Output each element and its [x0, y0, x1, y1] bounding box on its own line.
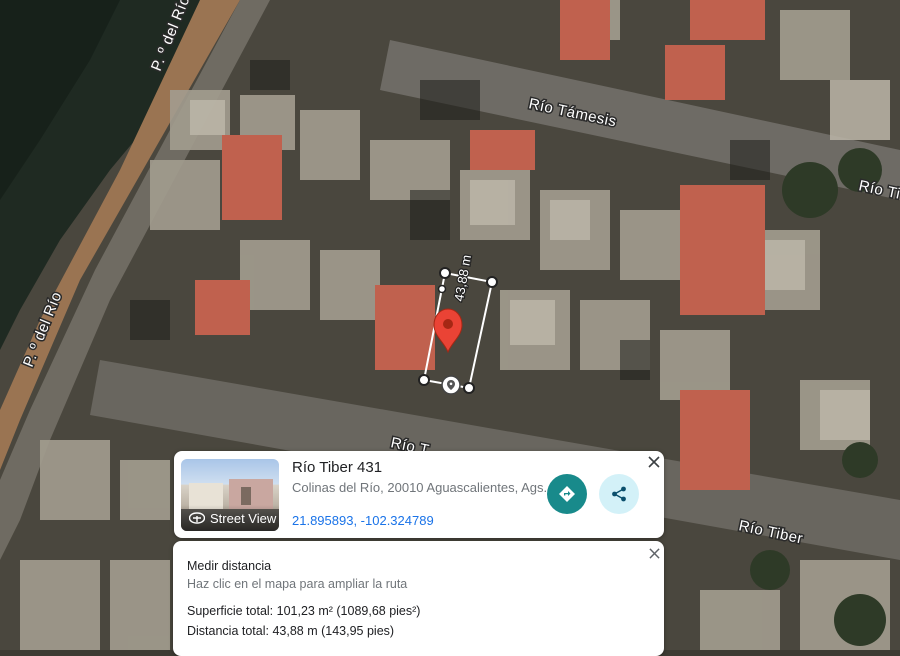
street-view-thumbnail[interactable]: Street View [181, 459, 279, 531]
place-card-close-button[interactable] [646, 454, 662, 470]
measure-vertex[interactable] [486, 276, 498, 288]
street-view-icon [189, 512, 205, 524]
place-card: Street View Río Tiber 431 Colinas del Rí… [174, 451, 664, 538]
directions-icon [559, 486, 575, 502]
measure-total-area: Superficie total: 101,23 m² (1089,68 pie… [187, 604, 421, 618]
place-coordinates[interactable]: 21.895893, -102.324789 [292, 513, 434, 528]
measure-vertex[interactable] [439, 267, 451, 279]
close-icon [648, 547, 660, 559]
street-view-label: Street View [210, 510, 277, 526]
share-button[interactable] [599, 474, 639, 514]
share-icon [612, 486, 626, 502]
close-icon [648, 456, 660, 468]
measure-total-distance: Distancia total: 43,88 m (143,95 pies) [187, 624, 395, 638]
pin-small-icon[interactable] [441, 375, 461, 395]
street-view-label-wrap[interactable]: Street View [181, 505, 279, 531]
measure-hint: Haz clic en el mapa para ampliar la ruta [187, 577, 408, 591]
measure-distance-card: Medir distancia Haz clic en el mapa para… [173, 541, 664, 656]
measure-card-close-button[interactable] [646, 545, 662, 561]
place-address: Colinas del Río, 20010 Aguascalientes, A… [292, 480, 548, 495]
measure-vertex[interactable] [437, 284, 447, 294]
directions-button[interactable] [547, 474, 587, 514]
measure-vertex[interactable] [418, 374, 430, 386]
measure-title: Medir distancia [187, 559, 272, 573]
place-title: Río Tiber 431 [292, 459, 383, 476]
measure-vertex[interactable] [463, 382, 475, 394]
